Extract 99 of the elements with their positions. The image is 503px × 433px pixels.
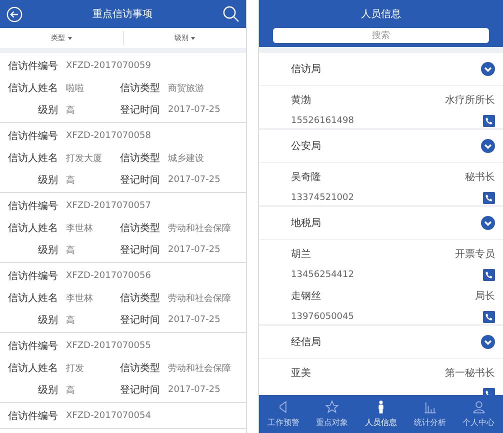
record-card[interactable]: 信访件编号 XFZD-2017070058 信访人姓名 打发大厦 信访类型 城乡建设 级别 高 登记时间 2017-07-25 (0, 123, 246, 193)
field-value: 高 (65, 384, 76, 396)
field-value: 商贸旅游 (167, 82, 205, 94)
tab-item[interactable]: 个人中心 (454, 395, 503, 433)
contact-name: 黄渤 (291, 94, 312, 107)
field-label: 信访件编号 (7, 270, 58, 283)
page-title: 重点信访事项 (92, 8, 152, 21)
field-value: 啦啦 (65, 82, 85, 94)
field-value: 2017-07-25 (167, 105, 222, 115)
phone-number: 13374521002 (291, 193, 355, 203)
field-value: 高 (65, 314, 76, 326)
field-label: 级别 (37, 104, 58, 117)
department-name: 公安局 (291, 140, 321, 153)
bar-chart-icon (422, 400, 437, 414)
job-title: 水疗所所长 (445, 94, 495, 107)
field-label: 登记时间 (120, 174, 160, 187)
department-name: 信访局 (291, 62, 321, 76)
phone-call-button[interactable] (483, 115, 495, 127)
group-header[interactable]: 经信局 (259, 326, 503, 359)
field-value: 2017-07-25 (167, 385, 222, 395)
field-label: 登记时间 (120, 244, 160, 257)
field-label: 信访人姓名 (7, 222, 58, 235)
field-label: 信访类型 (120, 222, 160, 235)
department-name: 经信局 (291, 336, 321, 349)
job-title: 局长 (475, 290, 495, 303)
field-value: 李世林 (65, 292, 94, 304)
field-value: 高 (65, 174, 76, 186)
field-value: 劳动和社会保障 (167, 292, 232, 304)
field-label: 登记时间 (120, 314, 160, 327)
field-value: 劳动和社会保障 (167, 222, 232, 234)
caret-icon (68, 36, 72, 40)
search-icon[interactable] (222, 5, 240, 23)
star-icon (325, 400, 340, 414)
field-value: XFZD-2017070054 (65, 411, 152, 421)
group-header[interactable]: 地税局 (259, 207, 503, 240)
tab-item[interactable]: 统计分析 (405, 395, 454, 433)
search-field[interactable]: 搜索 (273, 28, 489, 43)
field-label: 信访类型 (120, 292, 160, 305)
tab-item[interactable]: 重点对象 (308, 395, 357, 433)
job-title: 开票专员 (455, 248, 495, 261)
field-label: 信访人姓名 (7, 362, 58, 375)
department-name: 地税局 (291, 216, 321, 230)
contact-name: 亚美 (291, 366, 312, 380)
phone-call-button[interactable] (483, 192, 495, 204)
field-label: 信访件编号 (7, 340, 58, 353)
field-label: 级别 (37, 174, 58, 187)
field-value: 2017-07-25 (167, 245, 222, 255)
field-label: 级别 (37, 384, 58, 397)
contact-name: 胡兰 (291, 248, 312, 261)
phone-number: 13976050045 (291, 312, 355, 322)
field-value: XFZD-2017070059 (65, 61, 152, 71)
job-title: 秘书长 (465, 170, 495, 184)
field-value: 城乡建设 (167, 152, 205, 164)
field-label: 信访件编号 (7, 130, 58, 143)
group-header[interactable]: 公安局 (259, 130, 503, 163)
contact-name: 吴奇隆 (291, 171, 322, 184)
job-title: 第一秘书长 (445, 366, 495, 380)
tab-item[interactable]: 人员信息 (356, 395, 406, 433)
record-card[interactable]: 信访件编号 XFZD-2017070057 信访人姓名 李世林 信访类型 劳动和社会保障 级别 高 登记时间 2017-07-25 (0, 193, 246, 263)
field-label: 信访类型 (120, 362, 160, 375)
record-card[interactable]: 信访件编号 XFZD-2017070056 信访人姓名 李世林 信访类型 劳动和社会保障 级别 高 登记时间 2017-07-25 (0, 263, 246, 333)
user-icon (472, 400, 486, 414)
group-header[interactable]: 信访局 (259, 53, 503, 86)
field-label: 级别 (37, 244, 58, 257)
field-value: 李世林 (65, 222, 94, 234)
field-label: 级别 (37, 314, 58, 327)
tab-item[interactable]: 工作预警 (259, 395, 308, 433)
phone-call-button[interactable] (483, 311, 495, 323)
field-value: 打发大厦 (65, 152, 103, 164)
field-value: XFZD-2017070056 (65, 271, 152, 281)
field-label: 信访件编号 (7, 410, 58, 423)
phone-number: 15526161498 (291, 116, 355, 126)
field-value: XFZD-2017070057 (65, 201, 152, 211)
field-value: 劳动和社会保障 (167, 362, 232, 374)
field-label: 信访人姓名 (7, 152, 58, 165)
field-label: 信访类型 (120, 82, 160, 95)
field-label: 信访件编号 (7, 60, 58, 73)
field-label: 信访件编号 (7, 200, 58, 213)
field-value: XFZD-2017070058 (65, 131, 152, 141)
field-value: 2017-07-25 (167, 315, 222, 325)
field-label: 信访人姓名 (7, 82, 58, 95)
field-label: 登记时间 (120, 104, 160, 117)
phone-call-button[interactable] (483, 269, 495, 281)
field-value: 高 (65, 244, 76, 256)
field-value: 高 (65, 104, 76, 116)
record-card[interactable]: 信访件编号 XFZD-2017070055 信访人姓名 打发 信访类型 劳动和社会保障 级别 高 登记时间 2017-07-25 (0, 333, 246, 403)
field-label: 信访类型 (120, 152, 160, 165)
field-value: 打发 (65, 362, 85, 374)
back-icon[interactable] (6, 6, 23, 22)
page-title: 人员信息 (361, 8, 401, 21)
contact-name: 走钢丝 (291, 290, 322, 303)
field-label: 信访人姓名 (7, 292, 58, 305)
phone-number: 13456254412 (291, 270, 355, 280)
field-value: 2017-07-25 (167, 175, 222, 185)
field-label: 登记时间 (120, 384, 160, 397)
record-card[interactable]: 信访件编号 XFZD-2017070059 信访人姓名 啦啦 信访类型 商贸旅游 级别 高 登记时间 2017-07-25 (0, 53, 246, 123)
caret-icon (191, 36, 196, 40)
field-value: XFZD-2017070055 (65, 341, 152, 351)
record-card[interactable]: 信访件编号 XFZD-2017070054 (0, 403, 246, 429)
